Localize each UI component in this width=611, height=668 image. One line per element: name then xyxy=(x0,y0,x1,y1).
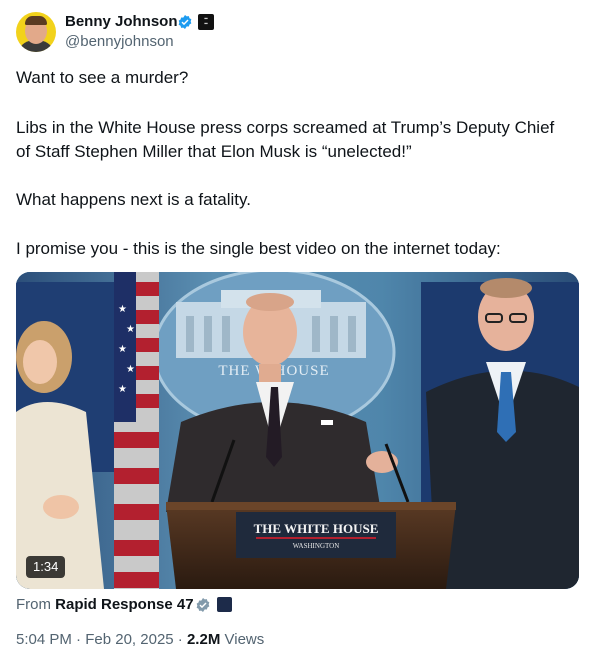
source-affiliate-icon[interactable] xyxy=(217,597,232,612)
tweet-time[interactable]: 5:04 PM xyxy=(16,631,72,648)
tweet-card: Benny Johnson ▪▪ ▪▪ @bennyjohnson Want to… xyxy=(0,0,611,668)
video-duration-badge: 1:34 xyxy=(26,556,66,578)
svg-text:★: ★ xyxy=(118,304,127,315)
tweet-text-paragraph: Libs in the White House press corps scre… xyxy=(16,118,555,161)
video-player[interactable]: THE W HOUSE ★★★ xyxy=(16,272,579,589)
podium: THE WHITE HOUSE WASHINGTON xyxy=(166,502,456,589)
tweet-date[interactable]: Feb 20, 2025 xyxy=(85,631,173,648)
podium-subtitle: WASHINGTON xyxy=(293,542,340,550)
author-handle[interactable]: @bennyjohnson xyxy=(65,33,174,51)
affiliate-badge-icon[interactable]: ▪▪ ▪▪ xyxy=(198,14,214,30)
author-name[interactable]: Benny Johnson xyxy=(65,13,178,31)
views-label: Views xyxy=(224,631,265,648)
separator: · xyxy=(177,631,183,648)
separator: · xyxy=(76,631,82,648)
attribution: From Rapid Response 47 xyxy=(16,595,194,615)
tweet-text-line: Want to see a murder? xyxy=(16,68,189,87)
views-count: 2.2M xyxy=(186,631,221,648)
tweet-meta: 5:04 PM · Feb 20, 2025 · 2.2M Views xyxy=(16,630,264,650)
american-flag: ★ ★ ★ ★ ★ xyxy=(114,272,159,589)
source-verified-badge-icon xyxy=(196,598,210,612)
avatar[interactable] xyxy=(16,12,56,52)
svg-text:★: ★ xyxy=(118,384,127,395)
attribution-source-link[interactable]: Rapid Response 47 xyxy=(55,596,193,613)
video-frame: THE W HOUSE ★★★ xyxy=(16,272,579,589)
svg-text:★: ★ xyxy=(126,364,135,375)
tweet-text-line: I promise you - this is the single best … xyxy=(16,239,501,258)
podium-title: THE WHITE HOUSE xyxy=(254,521,379,536)
svg-text:★: ★ xyxy=(118,344,127,355)
verified-badge-icon xyxy=(178,15,192,29)
tweet-text-line: What happens next is a fatality. xyxy=(16,190,251,209)
attribution-prefix: From xyxy=(16,596,51,613)
svg-text:★: ★ xyxy=(126,324,135,335)
